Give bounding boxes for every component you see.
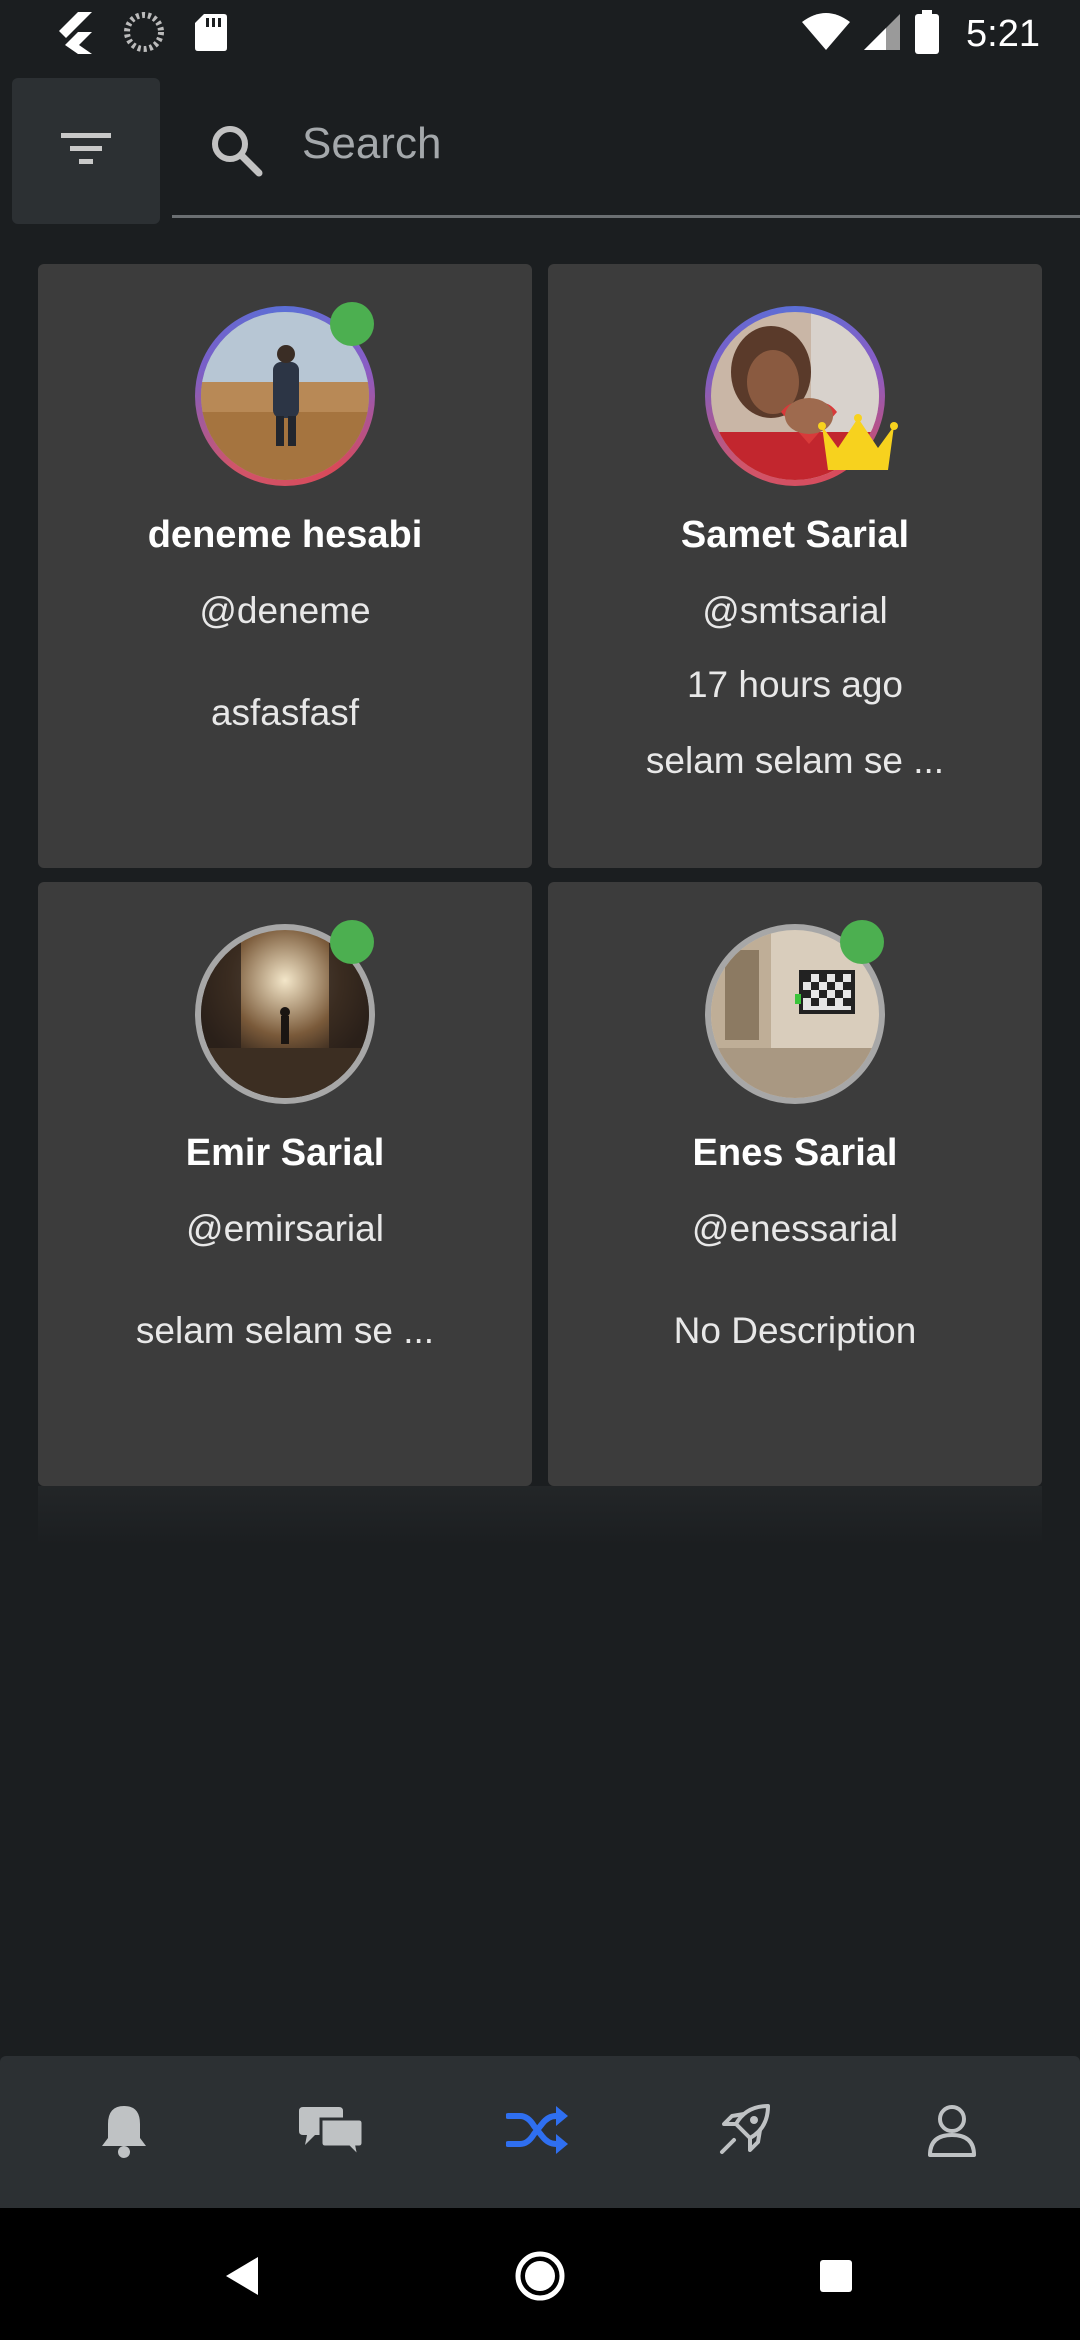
nav-messages[interactable] — [272, 2056, 392, 2208]
online-indicator — [840, 920, 884, 964]
user-card[interactable]: deneme hesabi @deneme asfasfasf — [38, 264, 532, 868]
battery-icon — [914, 9, 940, 59]
nav-shuffle[interactable] — [478, 2056, 598, 2208]
flutter-icon — [52, 10, 94, 59]
last-seen: 17 hours ago — [686, 664, 903, 705]
recents-button[interactable] — [796, 2238, 876, 2318]
search-icon — [208, 122, 264, 183]
user-description: No Description — [673, 1310, 917, 1351]
user-card[interactable]: Emir Sarial @emirsarial selam selam se .… — [38, 882, 532, 1486]
signal-icon — [862, 12, 902, 57]
user-name: Samet Sarial — [680, 514, 910, 556]
user-description: selam selam se ... — [645, 740, 945, 781]
sd-card-icon — [194, 12, 228, 57]
recents-icon — [818, 2258, 854, 2299]
nav-notifications[interactable] — [64, 2056, 184, 2208]
bell-icon — [98, 2102, 150, 2163]
user-card[interactable]: Samet Sarial @smtsarial 17 hours ago sel… — [548, 264, 1042, 868]
search-input[interactable] — [302, 114, 1042, 174]
user-description: selam selam se ... — [135, 1310, 435, 1351]
user-description: asfasfasf — [210, 692, 360, 733]
user-name: Enes Sarial — [692, 1132, 898, 1174]
grid-bottom-shadow — [38, 1486, 1042, 1546]
nav-boost[interactable] — [684, 2056, 804, 2208]
status-time: 5:21 — [966, 12, 1040, 55]
chat-icon — [299, 2103, 365, 2162]
user-handle: @deneme — [199, 590, 371, 631]
user-card[interactable]: Enes Sarial @enessarial No Description — [548, 882, 1042, 1486]
search-bar[interactable] — [172, 92, 1080, 218]
wifi-icon — [802, 12, 851, 57]
crown-icon — [818, 414, 898, 481]
back-button[interactable] — [202, 2238, 282, 2318]
back-icon — [222, 2255, 262, 2302]
online-indicator — [330, 302, 374, 346]
home-button[interactable] — [500, 2238, 580, 2318]
user-name: deneme hesabi — [147, 514, 423, 556]
profile-icon — [927, 2103, 977, 2162]
bottom-navigation — [0, 2056, 1080, 2208]
home-icon — [514, 2250, 566, 2307]
user-handle: @smtsarial — [702, 590, 888, 631]
filter-icon — [59, 129, 113, 174]
rocket-icon — [716, 2102, 772, 2163]
filter-button[interactable] — [12, 78, 160, 224]
nav-profile[interactable] — [892, 2056, 1012, 2208]
shuffle-icon — [505, 2104, 570, 2161]
system-navigation-bar — [0, 2208, 1080, 2340]
user-name: Emir Sarial — [185, 1132, 385, 1174]
status-bar: 5:21 — [0, 0, 1080, 68]
user-handle: @emirsarial — [186, 1208, 384, 1249]
loading-icon — [124, 11, 164, 57]
user-handle: @enessarial — [691, 1208, 899, 1249]
online-indicator — [330, 920, 374, 964]
